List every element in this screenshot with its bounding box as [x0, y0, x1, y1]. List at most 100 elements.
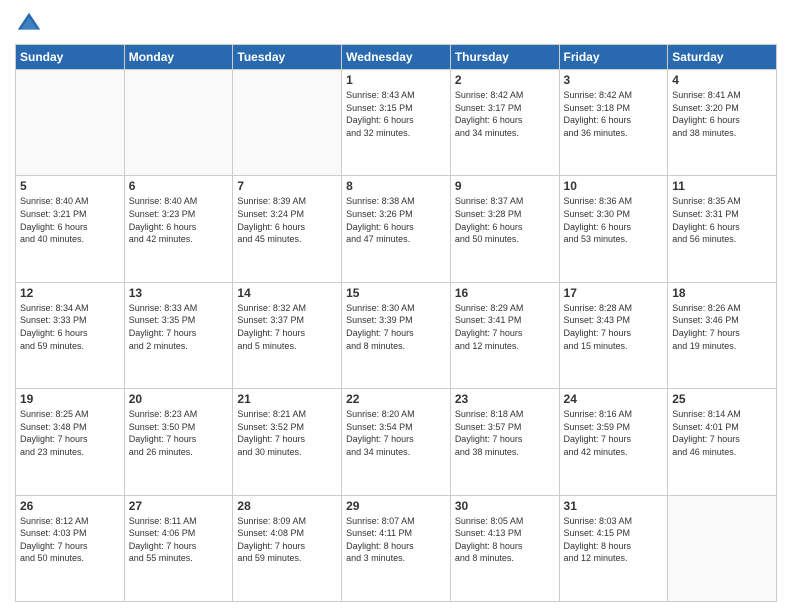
day-number: 14 [237, 286, 337, 300]
calendar-cell: 15Sunrise: 8:30 AM Sunset: 3:39 PM Dayli… [342, 282, 451, 388]
col-header-sunday: Sunday [16, 45, 125, 70]
calendar-cell: 3 Sunrise: 8:42 AM Sunset: 3:18 PM Daylig… [559, 70, 668, 176]
day-info: Sunrise: 8:37 AM Sunset: 3:28 PM Dayligh… [455, 195, 555, 245]
day-number: 16 [455, 286, 555, 300]
day-info: Sunrise: 8:38 AM Sunset: 3:26 PM Dayligh… [346, 195, 446, 245]
day-number: 25 [672, 392, 772, 406]
day-info: Sunrise: 8:42 AM Sunset: 3:17 PM Dayligh… [455, 89, 555, 139]
calendar-cell: 22Sunrise: 8:20 AM Sunset: 3:54 PM Dayli… [342, 389, 451, 495]
day-number: 12 [20, 286, 120, 300]
calendar-cell: 16 Sunrise: 8:29 AM Sunset: 3:41 PM Dayli… [450, 282, 559, 388]
day-number: 4 [672, 73, 772, 87]
day-number: 17 [564, 286, 664, 300]
day-number: 5 [20, 179, 120, 193]
day-number: 3 [564, 73, 664, 87]
day-number: 29 [346, 499, 446, 513]
day-info: Sunrise: 8:28 AM Sunset: 3:43 PM Dayligh… [564, 302, 664, 352]
week-row-3: 19 Sunrise: 8:25 AM Sunset: 3:48 PM Dayli… [16, 389, 777, 495]
calendar-cell: 29 Sunrise: 8:07 AM Sunset: 4:11 PM Dayli… [342, 495, 451, 601]
calendar-cell: 25 Sunrise: 8:14 AM Sunset: 4:01 PM Dayli… [668, 389, 777, 495]
day-number: 19 [20, 392, 120, 406]
day-info: Sunrise: 8:41 AM Sunset: 3:20 PM Dayligh… [672, 89, 772, 139]
page: SundayMondayTuesdayWednesdayThursdayFrid… [0, 0, 792, 612]
day-info: Sunrise: 8:16 AM Sunset: 3:59 PM Dayligh… [564, 408, 664, 458]
week-row-4: 26Sunrise: 8:12 AM Sunset: 4:03 PM Dayli… [16, 495, 777, 601]
col-header-thursday: Thursday [450, 45, 559, 70]
week-row-1: 5 Sunrise: 8:40 AM Sunset: 3:21 PM Daylig… [16, 176, 777, 282]
col-header-saturday: Saturday [668, 45, 777, 70]
day-number: 18 [672, 286, 772, 300]
week-row-2: 12 Sunrise: 8:34 AM Sunset: 3:33 PM Dayli… [16, 282, 777, 388]
day-info: Sunrise: 8:35 AM Sunset: 3:31 PM Dayligh… [672, 195, 772, 245]
day-number: 1 [346, 73, 446, 87]
calendar-cell: 10Sunrise: 8:36 AM Sunset: 3:30 PM Dayli… [559, 176, 668, 282]
calendar-cell: 6Sunrise: 8:40 AM Sunset: 3:23 PM Daylig… [124, 176, 233, 282]
day-number: 27 [129, 499, 229, 513]
week-row-0: 1 Sunrise: 8:43 AM Sunset: 3:15 PM Daylig… [16, 70, 777, 176]
calendar-cell: 23 Sunrise: 8:18 AM Sunset: 3:57 PM Dayli… [450, 389, 559, 495]
col-header-wednesday: Wednesday [342, 45, 451, 70]
day-info: Sunrise: 8:42 AM Sunset: 3:18 PM Dayligh… [564, 89, 664, 139]
day-info: Sunrise: 8:40 AM Sunset: 3:21 PM Dayligh… [20, 195, 120, 245]
calendar-cell: 2 Sunrise: 8:42 AM Sunset: 3:17 PM Daylig… [450, 70, 559, 176]
col-header-tuesday: Tuesday [233, 45, 342, 70]
calendar-cell: 13 Sunrise: 8:33 AM Sunset: 3:35 PM Dayli… [124, 282, 233, 388]
calendar-cell: 24 Sunrise: 8:16 AM Sunset: 3:59 PM Dayli… [559, 389, 668, 495]
day-number: 30 [455, 499, 555, 513]
day-number: 23 [455, 392, 555, 406]
day-info: Sunrise: 8:36 AM Sunset: 3:30 PM Dayligh… [564, 195, 664, 245]
day-info: Sunrise: 8:14 AM Sunset: 4:01 PM Dayligh… [672, 408, 772, 458]
day-info: Sunrise: 8:09 AM Sunset: 4:08 PM Dayligh… [237, 515, 337, 565]
day-info: Sunrise: 8:26 AM Sunset: 3:46 PM Dayligh… [672, 302, 772, 352]
calendar-cell: 21Sunrise: 8:21 AM Sunset: 3:52 PM Dayli… [233, 389, 342, 495]
day-info: Sunrise: 8:07 AM Sunset: 4:11 PM Dayligh… [346, 515, 446, 565]
day-number: 7 [237, 179, 337, 193]
logo [15, 10, 47, 38]
day-number: 9 [455, 179, 555, 193]
calendar-cell: 18 Sunrise: 8:26 AM Sunset: 3:46 PM Dayli… [668, 282, 777, 388]
day-info: Sunrise: 8:20 AM Sunset: 3:54 PM Dayligh… [346, 408, 446, 458]
day-info: Sunrise: 8:23 AM Sunset: 3:50 PM Dayligh… [129, 408, 229, 458]
calendar-cell: 14 Sunrise: 8:32 AM Sunset: 3:37 PM Dayli… [233, 282, 342, 388]
day-number: 13 [129, 286, 229, 300]
day-info: Sunrise: 8:32 AM Sunset: 3:37 PM Dayligh… [237, 302, 337, 352]
day-number: 24 [564, 392, 664, 406]
day-info: Sunrise: 8:43 AM Sunset: 3:15 PM Dayligh… [346, 89, 446, 139]
calendar-cell: 8 Sunrise: 8:38 AM Sunset: 3:26 PM Daylig… [342, 176, 451, 282]
calendar-cell: 31 Sunrise: 8:03 AM Sunset: 4:15 PM Dayli… [559, 495, 668, 601]
calendar-cell: 5 Sunrise: 8:40 AM Sunset: 3:21 PM Daylig… [16, 176, 125, 282]
day-info: Sunrise: 8:33 AM Sunset: 3:35 PM Dayligh… [129, 302, 229, 352]
day-number: 26 [20, 499, 120, 513]
header [15, 10, 777, 38]
day-number: 8 [346, 179, 446, 193]
calendar-cell: 12 Sunrise: 8:34 AM Sunset: 3:33 PM Dayli… [16, 282, 125, 388]
day-number: 28 [237, 499, 337, 513]
day-info: Sunrise: 8:34 AM Sunset: 3:33 PM Dayligh… [20, 302, 120, 352]
calendar-cell: 4 Sunrise: 8:41 AM Sunset: 3:20 PM Daylig… [668, 70, 777, 176]
calendar-cell: 27 Sunrise: 8:11 AM Sunset: 4:06 PM Dayli… [124, 495, 233, 601]
day-info: Sunrise: 8:29 AM Sunset: 3:41 PM Dayligh… [455, 302, 555, 352]
calendar-cell [233, 70, 342, 176]
day-number: 2 [455, 73, 555, 87]
calendar-cell: 26Sunrise: 8:12 AM Sunset: 4:03 PM Dayli… [16, 495, 125, 601]
day-info: Sunrise: 8:03 AM Sunset: 4:15 PM Dayligh… [564, 515, 664, 565]
calendar-cell: 7Sunrise: 8:39 AM Sunset: 3:24 PM Daylig… [233, 176, 342, 282]
calendar-cell [668, 495, 777, 601]
day-info: Sunrise: 8:25 AM Sunset: 3:48 PM Dayligh… [20, 408, 120, 458]
day-info: Sunrise: 8:18 AM Sunset: 3:57 PM Dayligh… [455, 408, 555, 458]
day-number: 20 [129, 392, 229, 406]
calendar-cell: 28 Sunrise: 8:09 AM Sunset: 4:08 PM Dayli… [233, 495, 342, 601]
calendar-cell: 17 Sunrise: 8:28 AM Sunset: 3:43 PM Dayli… [559, 282, 668, 388]
header-row: SundayMondayTuesdayWednesdayThursdayFrid… [16, 45, 777, 70]
day-info: Sunrise: 8:40 AM Sunset: 3:23 PM Dayligh… [129, 195, 229, 245]
day-info: Sunrise: 8:05 AM Sunset: 4:13 PM Dayligh… [455, 515, 555, 565]
calendar-cell: 1 Sunrise: 8:43 AM Sunset: 3:15 PM Daylig… [342, 70, 451, 176]
calendar-table: SundayMondayTuesdayWednesdayThursdayFrid… [15, 44, 777, 602]
calendar-cell: 20 Sunrise: 8:23 AM Sunset: 3:50 PM Dayli… [124, 389, 233, 495]
day-number: 31 [564, 499, 664, 513]
day-info: Sunrise: 8:21 AM Sunset: 3:52 PM Dayligh… [237, 408, 337, 458]
calendar-cell: 19 Sunrise: 8:25 AM Sunset: 3:48 PM Dayli… [16, 389, 125, 495]
day-info: Sunrise: 8:11 AM Sunset: 4:06 PM Dayligh… [129, 515, 229, 565]
calendar-cell: 9 Sunrise: 8:37 AM Sunset: 3:28 PM Daylig… [450, 176, 559, 282]
day-number: 15 [346, 286, 446, 300]
